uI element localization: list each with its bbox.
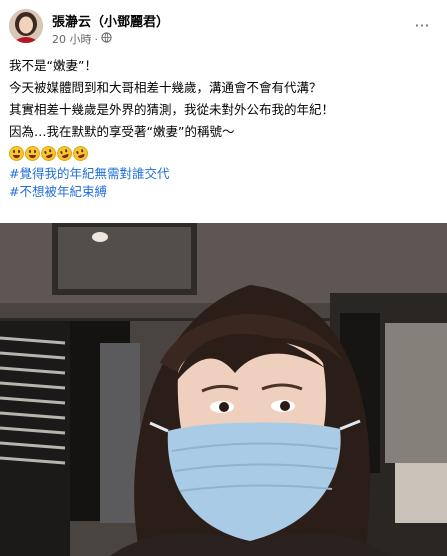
post-meta: 20 小時 · [52, 31, 112, 47]
post-line-3: 其實相差十幾歲是外界的猜測，我從未對外公布我的年紀！ [9, 102, 335, 117]
globe-icon [101, 32, 112, 46]
selfie-image [0, 223, 447, 556]
post-body: 我不是“嫩妻”！ 今天被媒體問到和大哥相差十幾歲，溝通會不會有代溝？ 其實相差十… [9, 55, 439, 201]
grinning-squinting-face-icon [25, 145, 40, 161]
hashtag-link[interactable]: #不想被年紀束縛 [9, 183, 439, 201]
rolling-on-floor-laughing-icon [54, 143, 75, 163]
post-time[interactable]: 20 小時 [52, 31, 92, 47]
grinning-squinting-face-icon [9, 145, 24, 161]
post-card: 張瀞云（小鄧麗君） 20 小時 · ··· 我不是“嫩妻”！ 今天被媒體問到和大… [0, 0, 447, 556]
rolling-on-floor-laughing-icon [38, 143, 59, 163]
post-header: 張瀞云（小鄧麗君） 20 小時 · ··· [0, 0, 447, 52]
meta-separator: · [94, 32, 99, 46]
author-name[interactable]: 張瀞云（小鄧麗君） [52, 11, 169, 30]
author-avatar[interactable] [9, 9, 43, 43]
post-line-2: 今天被媒體問到和大哥相差十幾歲，溝通會不會有代溝？ [9, 80, 322, 95]
post-line-1: 我不是“嫩妻”！ [9, 58, 97, 73]
more-options-icon[interactable]: ··· [409, 12, 435, 38]
emoji-row [9, 143, 439, 163]
rolling-on-floor-laughing-icon [70, 143, 91, 163]
post-line-4: 因為…我在默默的享受著“嫩妻”的稱號～ [9, 124, 235, 139]
post-photo[interactable] [0, 223, 447, 556]
hashtag-link[interactable]: #覺得我的年紀無需對誰交代 [9, 165, 439, 183]
